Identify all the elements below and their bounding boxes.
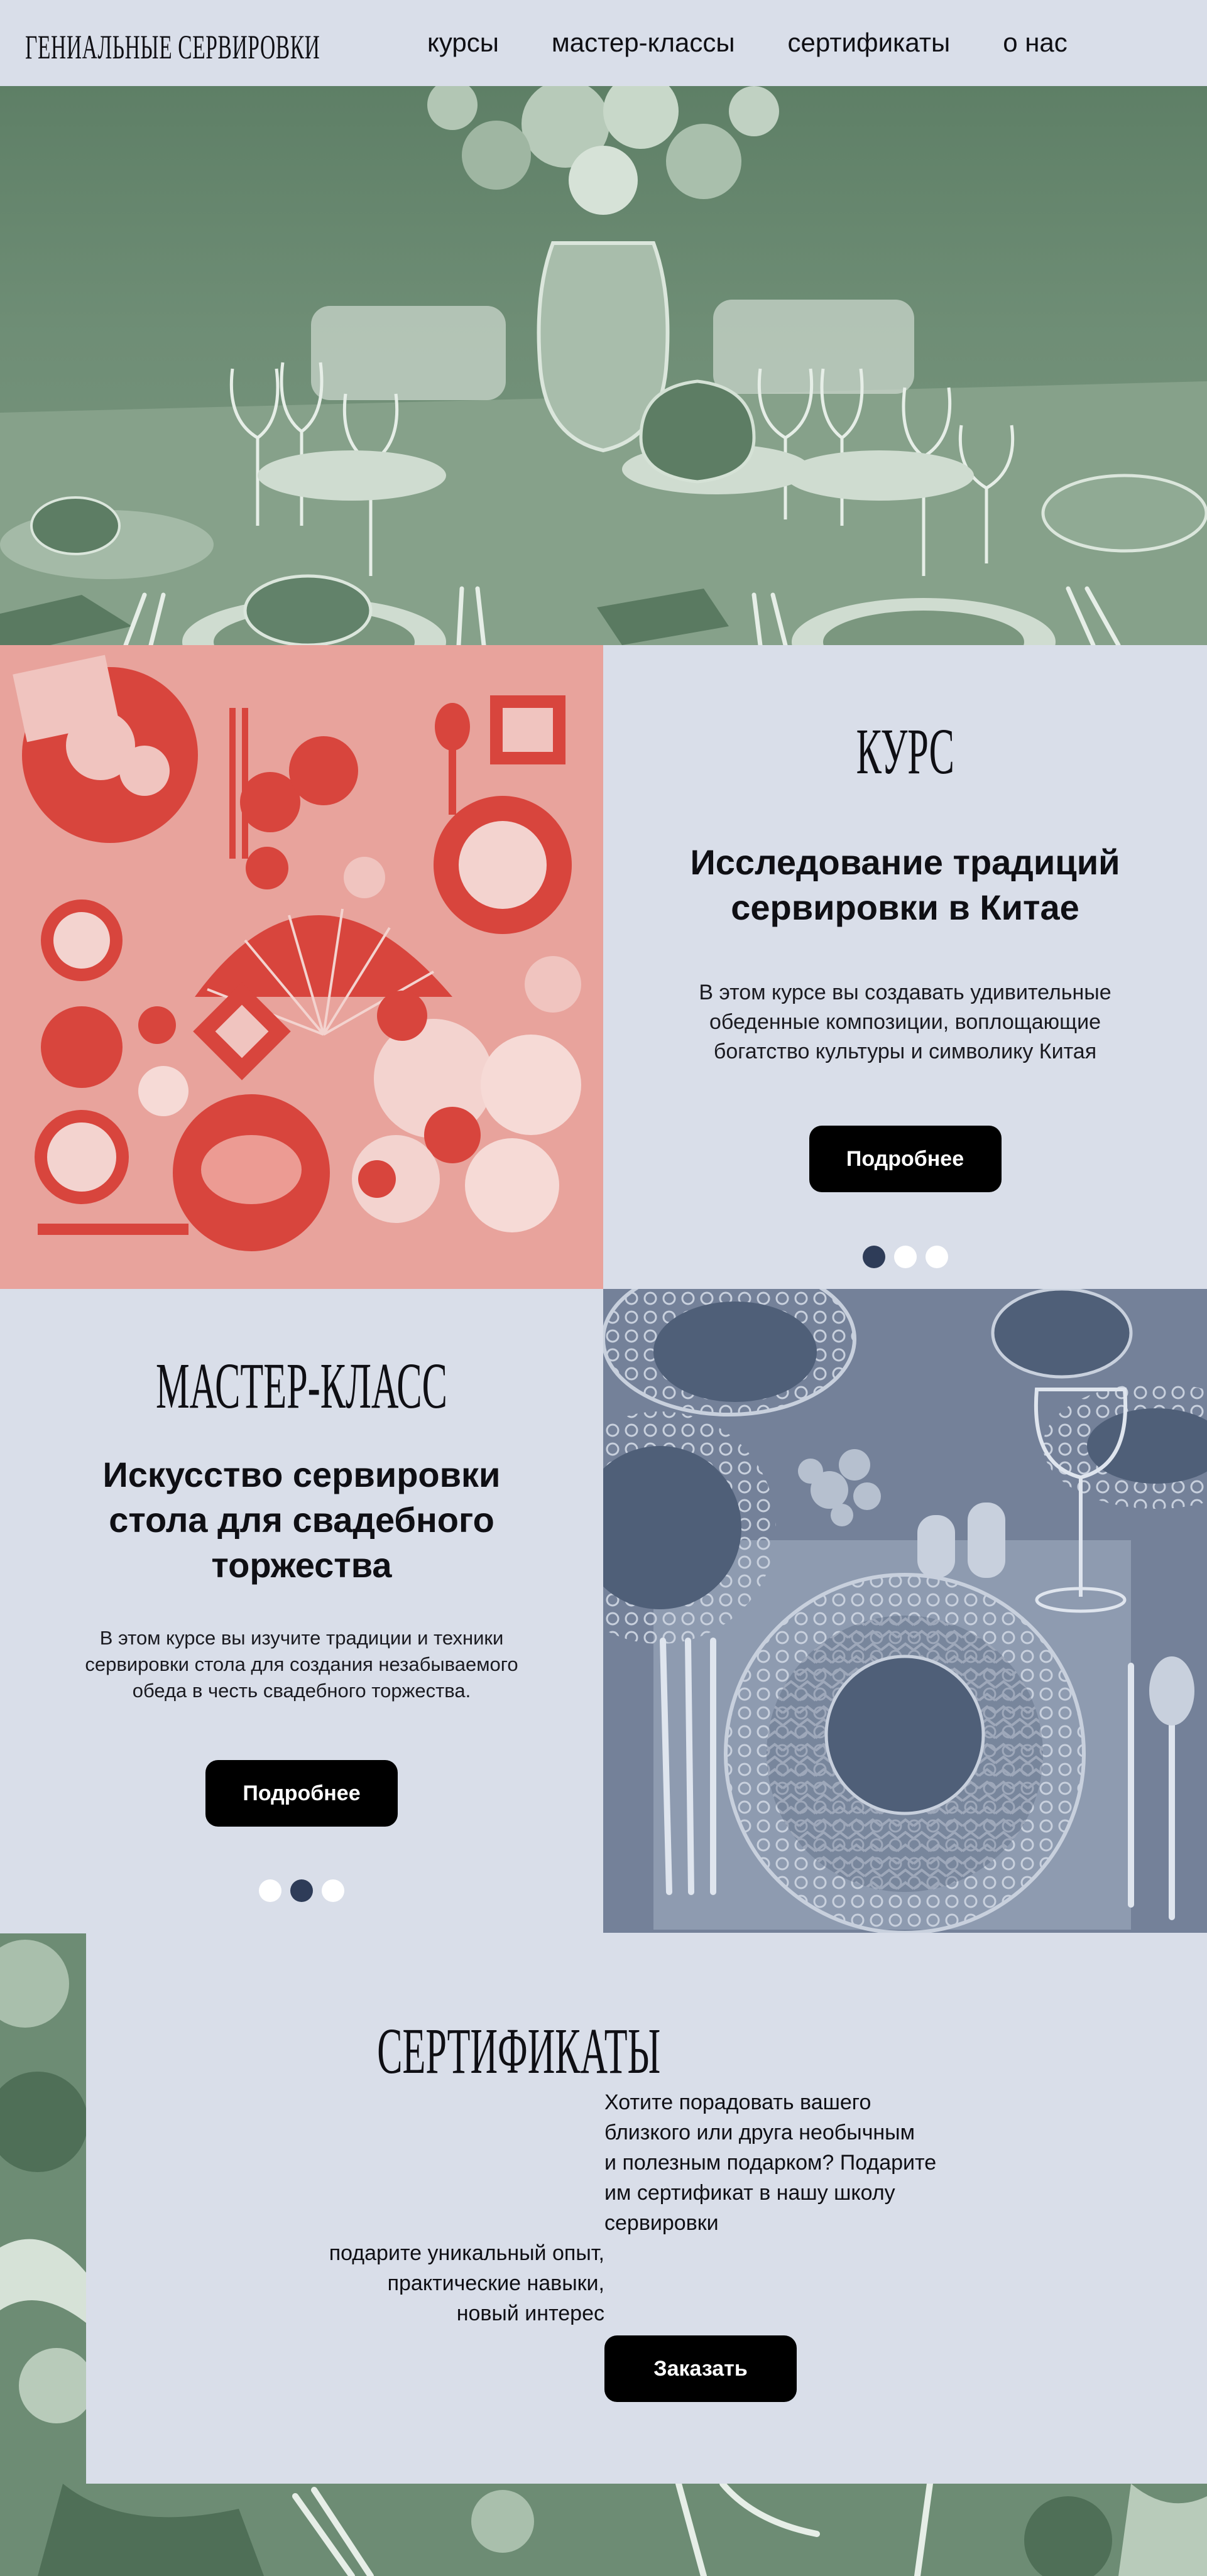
course-china-image [0,645,603,1289]
certificates-benefits-text: подарите уникальный опыт, практические н… [329,2241,604,2325]
certificates-section: СЕРТИФИКАТЫ Хотите порадовать вашего бли… [86,1933,1207,2484]
course-section: КУРС Исследование традиций сервировки в … [603,645,1207,1289]
wedding-table-illustration [603,1289,1207,1933]
certificates-background-left-image [0,1933,86,2484]
hero-table-setting-image [0,86,1207,645]
nav-link-courses[interactable]: курсы [427,28,499,58]
masterclass-tag: МАСТЕР-КЛАСС [156,1350,447,1422]
order-certificate-button[interactable]: Заказать [604,2335,797,2402]
carousel-dot-2[interactable] [290,1879,313,1902]
course-details-button[interactable]: Подробнее [809,1126,1002,1192]
masterclass-wedding-image [603,1289,1207,1933]
carousel-dot-3[interactable] [925,1246,948,1268]
carousel-dot-3[interactable] [322,1879,344,1902]
nav-link-about[interactable]: о нас [1003,28,1068,58]
masterclass-carousel-dots [0,1879,603,1902]
masterclass-section: МАСТЕР-КЛАСС Искусство сервировки стола … [0,1289,603,1933]
footer-background-image [0,2484,1207,2576]
china-flatlay-illustration [0,645,603,1289]
course-description: В этом курсе вы создавать удивительные о… [699,981,1111,1063]
masterclass-description: В этом курсе вы изучите традиции и техни… [85,1627,518,1702]
site-logo[interactable]: ГЕНИАЛЬНЫЕ СЕРВИРОВКИ [25,28,320,67]
hero-illustration [0,86,1207,645]
course-tag: КУРС [856,715,954,788]
top-navigation: ГЕНИАЛЬНЫЕ СЕРВИРОВКИ курсы мастер-класс… [0,0,1207,86]
certificates-tag: СЕРТИФИКАТЫ [377,2015,661,2087]
masterclass-details-button[interactable]: Подробнее [205,1760,398,1827]
course-carousel-dots [603,1246,1207,1268]
nav-link-certificates[interactable]: сертификаты [788,28,951,58]
masterclass-title: Искусство сервировки стола для свадебног… [102,1455,501,1585]
background-strip-illustration [0,1933,86,2484]
certificates-pitch-text: Хотите порадовать вашего близкого или др… [604,2090,937,2235]
carousel-dot-1[interactable] [259,1879,281,1902]
carousel-dot-1[interactable] [862,1246,885,1268]
footer-strip-illustration [0,2484,1207,2576]
main-menu: курсы мастер-классы сертификаты о нас [427,28,1068,58]
carousel-dot-2[interactable] [893,1246,917,1268]
course-title: Исследование традиций сервировки в Китае [690,842,1120,927]
nav-link-masterclasses[interactable]: мастер-классы [552,28,735,58]
